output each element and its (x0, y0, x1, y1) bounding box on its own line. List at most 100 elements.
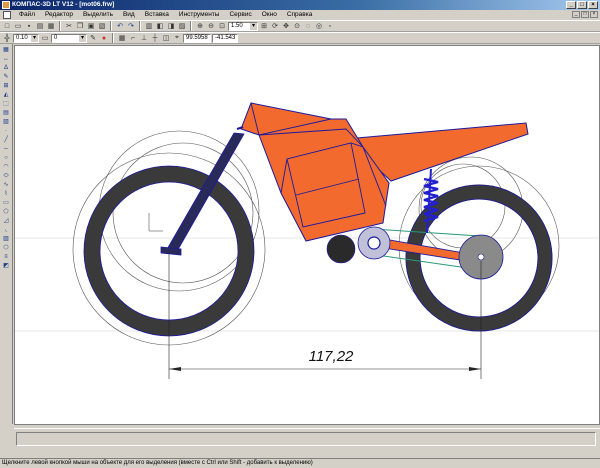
round-icon[interactable]: ◫ (161, 33, 171, 43)
polygon-icon[interactable]: ⬠ (1, 208, 11, 216)
footpeg-disc (326, 234, 356, 264)
manager-icon[interactable]: ▨ (177, 21, 187, 31)
status-text: Щелкните левой кнопкой мыши на объекте д… (2, 460, 313, 466)
current-layer-icon[interactable]: ▭ (40, 33, 50, 43)
properties-icon[interactable]: ▥ (144, 21, 154, 31)
color-icon[interactable]: ● (99, 33, 109, 43)
cursor-x-field[interactable]: 99.5958 (183, 33, 211, 43)
cursor-step-field[interactable]: 0.10 (13, 33, 39, 43)
zoom-dynamic-icon[interactable]: ⊙ (292, 21, 302, 31)
circle-icon[interactable]: ○ (1, 154, 11, 162)
menu-insert[interactable]: Вставка (140, 10, 174, 20)
edit-icon[interactable]: ✎ (1, 73, 11, 81)
refresh-icon[interactable]: ⟳ (270, 21, 280, 31)
library-icon[interactable]: ◧ (155, 21, 165, 31)
current-layer-field[interactable]: 0 (51, 33, 87, 43)
ortho-icon[interactable]: ┼ (150, 33, 160, 43)
toolbar-separator (190, 21, 192, 31)
pan-icon[interactable]: ✥ (281, 21, 291, 31)
grid-icon[interactable]: ▦ (117, 33, 127, 43)
line-icon[interactable]: ╱ (1, 136, 11, 144)
segment-icon[interactable]: ─ (1, 145, 11, 153)
save-icon[interactable]: ▪ (24, 21, 34, 31)
dimensions-icon[interactable]: ↔ (1, 55, 11, 63)
contour-icon[interactable]: ⬡ (1, 244, 11, 252)
symbols-icon[interactable]: Δ (1, 64, 11, 72)
zoom-previous-icon[interactable]: ◌ (303, 21, 313, 31)
cut-icon[interactable]: ✂ (64, 21, 74, 31)
open-folder-icon[interactable]: ▭ (13, 21, 23, 31)
reports-icon[interactable]: ▧ (1, 118, 11, 126)
menu-help[interactable]: Справка (282, 10, 318, 20)
status-bar: Щелкните левой кнопкой мыши на объекте д… (0, 458, 600, 468)
ellipse-icon[interactable]: ⬭ (1, 172, 11, 180)
zoom-select[interactable]: 1.50 (228, 21, 258, 31)
toolbar-separator (112, 33, 114, 43)
menu-window[interactable]: Окно (257, 10, 282, 20)
zoom-in-icon[interactable]: ⊕ (195, 21, 205, 31)
menu-view[interactable]: Вид (118, 10, 140, 20)
menu-tools[interactable]: Инструменты (174, 10, 225, 20)
measure-icon[interactable]: ◭ (1, 91, 11, 99)
paste-icon[interactable]: ▣ (86, 21, 96, 31)
hatch-icon[interactable]: ▨ (1, 235, 11, 243)
variables-icon[interactable]: ◨ (166, 21, 176, 31)
spec-icon[interactable]: ▤ (1, 109, 11, 117)
cursor-y-field[interactable]: -41.543 (212, 33, 238, 43)
local-cs-icon[interactable]: ⌐ (128, 33, 138, 43)
collect-icon[interactable]: ◩ (1, 262, 11, 270)
new-file-icon[interactable]: □ (2, 21, 12, 31)
doc-close-button[interactable]: × (590, 11, 598, 18)
parametrize-icon[interactable]: ⊞ (1, 82, 11, 90)
menu-bar: Файл Редактор Выделить Вид Вставка Инстр… (0, 10, 600, 20)
document-icon[interactable] (3, 11, 11, 19)
equidistant-icon[interactable]: ≡ (1, 253, 11, 261)
chamfer-icon[interactable]: ◿ (1, 217, 11, 225)
arc-icon[interactable]: ◠ (1, 163, 11, 171)
rectangle-icon[interactable]: ▭ (1, 199, 11, 207)
preview-icon[interactable]: ▦ (46, 21, 56, 31)
standard-toolbar: □ ▭ ▪ ▤ ▦ ✂ ❐ ▣ ▧ ↶ ↷ ▥ ◧ ◨ ▨ ⊕ ⊖ ⊡ 1.50… (0, 20, 600, 32)
zoom-window-icon[interactable]: ⊡ (217, 21, 227, 31)
zoom-all-icon[interactable]: ⊞ (259, 21, 269, 31)
minimize-button[interactable]: _ (566, 1, 576, 9)
geometry-icon[interactable]: ▦ (1, 46, 11, 54)
pencil-icon[interactable]: ✎ (88, 33, 98, 43)
zoom-next-icon[interactable]: ◎ (314, 21, 324, 31)
format-icon[interactable]: ▧ (97, 21, 107, 31)
drawing-canvas[interactable]: 117,22 (14, 45, 600, 425)
window-controls: _ □ × (566, 1, 598, 9)
spline-icon[interactable]: ∿ (1, 181, 11, 189)
snap-icon[interactable]: ⊥ (139, 33, 149, 43)
copy-icon[interactable]: ❐ (75, 21, 85, 31)
rear-hub (477, 253, 485, 261)
print-icon[interactable]: ▤ (35, 21, 45, 31)
polyline-icon[interactable]: ⌇ (1, 190, 11, 198)
properties-field[interactable] (16, 432, 596, 446)
menu-select[interactable]: Выделить (78, 10, 118, 20)
cursor-step-icon[interactable]: ╬ (2, 33, 12, 43)
compact-toolbar: ▦ ↔ Δ ✎ ⊞ ◭ ⬚ ▤ ▧ · ╱ ─ ○ ◠ ⬭ ∿ ⌇ ▭ ⬠ ◿ … (0, 44, 13, 424)
close-button[interactable]: × (588, 1, 598, 9)
doc-minimize-button[interactable]: _ (572, 11, 580, 18)
menu-editor[interactable]: Редактор (40, 10, 78, 20)
point-icon[interactable]: · (1, 127, 11, 135)
redraw-icon[interactable]: ▫ (325, 21, 335, 31)
app-window: КОМПАС-3D LT V12 - [mot06.frw] _ □ × Фай… (0, 0, 600, 468)
doc-restore-button[interactable]: □ (581, 11, 589, 18)
menu-service[interactable]: Сервис (224, 10, 256, 20)
current-state-toolbar: ╬ 0.10 ▭ 0 ✎ ● ▦ ⌐ ⊥ ┼ ◫ ⌖ 99.5958 -41.5… (0, 32, 600, 44)
zoom-out-icon[interactable]: ⊖ (206, 21, 216, 31)
title-bar[interactable]: КОМПАС-3D LT V12 - [mot06.frw] _ □ × (0, 0, 600, 10)
app-icon (2, 1, 10, 9)
toolbar-separator (110, 21, 112, 31)
undo-icon[interactable]: ↶ (115, 21, 125, 31)
maximize-button[interactable]: □ (577, 1, 587, 9)
document-window-controls: _ □ × (572, 11, 598, 18)
dimension-label[interactable]: 117,22 (309, 348, 354, 365)
redo-icon[interactable]: ↷ (126, 21, 136, 31)
select-icon[interactable]: ⬚ (1, 100, 11, 108)
fillet-icon[interactable]: ◟ (1, 226, 11, 234)
window-title: КОМПАС-3D LT V12 - [mot06.frw] (12, 1, 115, 8)
menu-file[interactable]: Файл (14, 10, 40, 20)
